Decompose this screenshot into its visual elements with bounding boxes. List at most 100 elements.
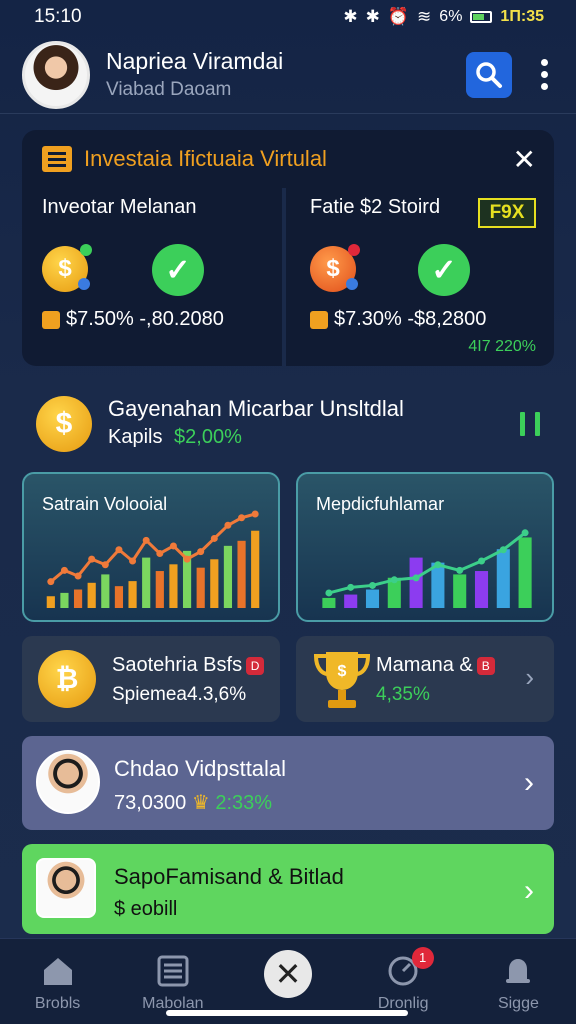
- chart-card-right[interactable]: Mepdicfuhlamar: [296, 472, 554, 622]
- close-icon[interactable]: ✕: [513, 146, 536, 174]
- chart-bar: [101, 574, 110, 608]
- chart-point: [60, 566, 68, 574]
- chart-bar: [114, 586, 124, 608]
- nav-label: Sigge: [497, 995, 539, 1012]
- bluetooth-icon: ✱: [343, 7, 358, 26]
- promo-row[interactable]: $ Gayenahan Micarbar Unsltdlal Kapils $2…: [22, 392, 554, 454]
- chart-bar: [73, 589, 83, 608]
- savings-card[interactable]: ₿ Saotehria Bsfs D Spiemea4.3,6%: [22, 636, 280, 722]
- search-button[interactable]: [466, 51, 512, 98]
- chart-bar: [46, 596, 55, 608]
- avatar: [36, 750, 100, 814]
- notification-badge: 1: [411, 947, 434, 969]
- investment-card: Investaia Ifictuaia Virtulal ✕ Inveotar …: [22, 130, 554, 366]
- more-options-button[interactable]: [534, 59, 554, 90]
- search-icon: [476, 61, 502, 88]
- status-icons: ✱ ✱ ⏰ ≋ 6% 1Π:35: [343, 7, 544, 27]
- close-button[interactable]: ✕: [264, 950, 312, 998]
- chart-point: [74, 572, 82, 580]
- chart-point: [412, 574, 420, 582]
- chart-bar: [518, 537, 532, 608]
- chart-bar: [496, 549, 510, 608]
- chart-card-left[interactable]: Satrain Volooial: [22, 472, 280, 622]
- user-subtitle: Viabad Daoam: [106, 79, 232, 100]
- chart-point: [101, 561, 109, 569]
- chart-point: [156, 549, 164, 557]
- checkmark-icon: ✓: [152, 244, 204, 296]
- coin-icon: ₿: [38, 650, 96, 708]
- fx-badge: F9X: [478, 198, 536, 228]
- chart-point: [115, 546, 123, 554]
- chart-bar: [169, 564, 178, 608]
- investment-left-value: $7.50% -,80.2080: [66, 308, 224, 330]
- chevron-right-icon: ›: [524, 874, 534, 907]
- chart-bar: [155, 571, 164, 608]
- chart-point: [197, 548, 205, 556]
- promo-sub-label: Kapils: [108, 426, 163, 448]
- chevron-right-icon: ›: [524, 766, 534, 799]
- wifi-icon: ≋: [417, 7, 432, 26]
- dollar-coin-icon: $: [310, 244, 360, 292]
- chart-title: Satrain Volooial: [42, 494, 168, 514]
- investment-left-label: Inveotar Melanan: [42, 196, 197, 218]
- investment-card-header: Investaia Ifictuaia Virtulal: [42, 146, 327, 172]
- coin-small-icon: [42, 310, 60, 329]
- dollar-coin-icon: $: [36, 396, 92, 452]
- chart-bar: [474, 571, 489, 608]
- investment-left-value-row: $7.50% -,80.2080: [42, 308, 224, 331]
- chart-point: [47, 578, 55, 586]
- chart-point: [456, 566, 464, 574]
- close-icon: ✕: [274, 956, 302, 992]
- investment-left-panel[interactable]: Inveotar Melanan $ ✓ $7.50% -,80.2080: [22, 188, 286, 366]
- svg-text:$: $: [338, 663, 347, 680]
- chart-point: [129, 557, 137, 565]
- savings-card-title-text: Saotehria Bsfs: [112, 654, 243, 676]
- investment-card-title: Investaia Ifictuaia Virtulal: [84, 146, 327, 171]
- list-item-sub: 73,0300 ♛ 2:33%: [114, 790, 272, 815]
- chart-bar: [453, 574, 467, 608]
- more-dot-icon: [540, 83, 548, 90]
- list-item-title: SapoFamisand & Bitlad: [114, 864, 344, 889]
- chart-point: [325, 589, 333, 597]
- chart-point: [434, 561, 442, 569]
- investment-right-panel[interactable]: Fatie $2 Stoird F9X $ ✓ $7.30% -$8,2800 …: [290, 188, 554, 366]
- chart-point: [390, 576, 398, 584]
- user-name: Napriea Viramdai: [106, 48, 284, 74]
- investment-right-percent: 4I7 220%: [468, 338, 536, 355]
- coin-small-icon: [310, 310, 328, 329]
- home-indicator: [166, 1010, 408, 1016]
- list-item-title: Chdao Vidpsttalal: [114, 756, 287, 781]
- nav-item-home[interactable]: Brobls: [0, 939, 115, 1024]
- chart-bar: [210, 559, 219, 608]
- chart-point: [347, 583, 355, 591]
- chart-point: [478, 557, 485, 565]
- chart-point: [251, 510, 259, 518]
- nav-item-bell[interactable]: Sigge: [461, 939, 576, 1024]
- chart-point: [142, 536, 150, 544]
- chart-point: [499, 546, 507, 554]
- badge-icon: D: [246, 656, 265, 675]
- chart-point: [169, 542, 177, 550]
- more-dot-icon: [540, 59, 548, 66]
- list-item[interactable]: Chdao Vidpsttalal 73,0300 ♛ 2:33% ›: [22, 736, 554, 830]
- chart-point: [224, 521, 232, 529]
- investment-right-label: Fatie $2 Stoird: [310, 196, 441, 218]
- home-icon: [43, 958, 72, 985]
- status-time: 15:10: [34, 6, 82, 27]
- trophy-icon: $: [313, 652, 371, 708]
- list-item-sub: $ eobill: [114, 898, 178, 920]
- nav-label: Brobls: [34, 995, 81, 1012]
- profile-header: Napriea Viramdai Viabad Daoam: [0, 36, 576, 114]
- list-item-value: 73,0300: [114, 792, 187, 814]
- reward-card[interactable]: $ Mamana & B 4,35% ›: [296, 636, 554, 722]
- reward-card-sub: 4,35%: [376, 684, 430, 705]
- document-icon: [42, 146, 72, 172]
- chart-point: [238, 514, 246, 522]
- battery-text: 6%: [439, 8, 463, 25]
- pause-icon[interactable]: [520, 412, 540, 436]
- money-bag-icon: ♛: [191, 792, 210, 814]
- bell-icon: [506, 959, 531, 983]
- list-item[interactable]: SapoFamisand & Bitlad $ eobill ›: [22, 844, 554, 934]
- avatar[interactable]: [22, 40, 90, 109]
- chart-point: [183, 555, 191, 563]
